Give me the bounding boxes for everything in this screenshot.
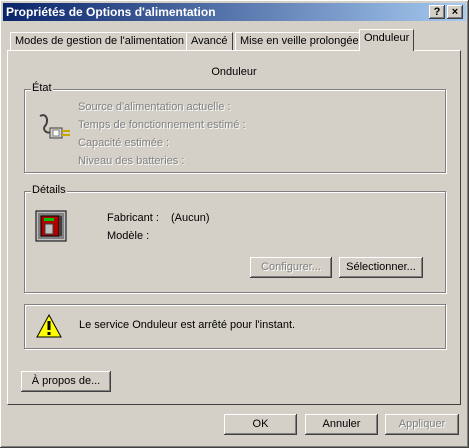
apply-button[interactable]: Appliquer <box>385 414 459 435</box>
tab-advanced[interactable]: Avancé <box>186 32 233 52</box>
details-group: Détails Fabricant : (Aucun) Modèle : Con… <box>24 184 446 293</box>
estimated-runtime-label: Temps de fonctionnement estimé : <box>78 119 246 131</box>
status-group: État Source d'alimentation actuelle : Te… <box>24 82 446 173</box>
window-title: Propriétés de Options d'alimentation <box>6 5 216 19</box>
warning-icon <box>36 313 62 338</box>
manufacturer-label: Fabricant : <box>107 212 159 224</box>
service-stopped-message: Le service Onduleur est arrêté pour l'in… <box>79 319 296 331</box>
tab-ups[interactable]: Onduleur <box>359 29 415 51</box>
ups-device-icon <box>35 210 67 242</box>
close-button[interactable]: × <box>447 5 463 19</box>
about-button[interactable]: À propos de... <box>21 371 111 392</box>
power-plug-icon <box>39 114 70 139</box>
current-power-source-label: Source d'alimentation actuelle : <box>78 101 231 113</box>
help-icon: ? <box>433 6 441 18</box>
tab-label: Mise en veille prolongée <box>240 35 359 47</box>
tab-label: Modes de gestion de l'alimentation <box>15 35 185 47</box>
help-button[interactable]: ? <box>429 5 445 19</box>
estimated-capacity-label: Capacité estimée : <box>78 137 170 149</box>
battery-level-label: Niveau des batteries : <box>78 155 185 167</box>
dialog-window: Propriétés de Options d'alimentation ? ×… <box>0 0 469 448</box>
title-bar[interactable]: Propriétés de Options d'alimentation ? × <box>3 3 466 21</box>
tab-panel-ups: Onduleur État Source d'alimentation actu… <box>7 50 461 405</box>
close-icon: × <box>451 6 459 18</box>
tab-label: Avancé <box>191 35 228 47</box>
manufacturer-value: (Aucun) <box>171 212 210 224</box>
tab-power-schemes[interactable]: Modes de gestion de l'alimentation <box>10 32 190 52</box>
tab-hibernate[interactable]: Mise en veille prolongée <box>235 32 364 52</box>
ok-button[interactable]: OK <box>224 414 297 435</box>
tab-label: Onduleur <box>364 32 410 44</box>
select-button[interactable]: Sélectionner... <box>339 257 423 278</box>
cancel-button[interactable]: Annuler <box>305 414 378 435</box>
panel-title: Onduleur <box>211 66 257 78</box>
configure-button[interactable]: Configurer... <box>250 257 332 278</box>
status-group-legend: État <box>31 82 53 94</box>
service-status-box: Le service Onduleur est arrêté pour l'in… <box>24 304 446 349</box>
model-label: Modèle : <box>107 230 150 242</box>
details-group-legend: Détails <box>31 184 67 196</box>
